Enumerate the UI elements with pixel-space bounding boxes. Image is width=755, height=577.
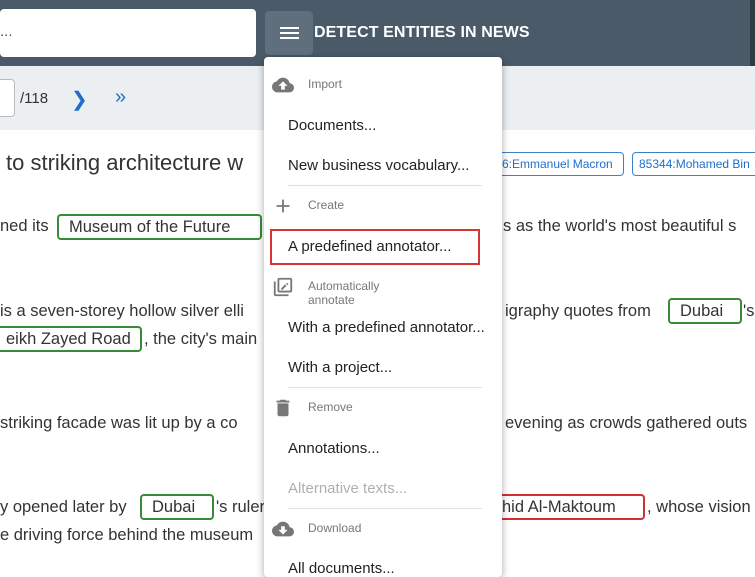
cloud-upload-icon <box>272 77 294 93</box>
main-dropdown-menu: Import Documents... New business vocabul… <box>264 57 502 577</box>
menu-icon <box>280 27 299 29</box>
page-number-input[interactable] <box>0 79 15 117</box>
text-span: s as the world's most beautiful s <box>503 217 737 235</box>
text-span: , the city's main <box>144 330 258 348</box>
menu-item-import-documents[interactable]: Documents... <box>288 117 376 134</box>
last-page-icon[interactable]: » <box>115 86 126 109</box>
menu-icon-bar <box>280 32 299 34</box>
entity-annotation[interactable]: Dubai <box>668 298 742 324</box>
text-span: striking facade was lit up by a co <box>0 414 238 432</box>
menu-item-download-all-documents[interactable]: All documents... <box>288 560 395 577</box>
text-span: is a seven-storey hollow silver elli <box>0 302 244 320</box>
trash-icon <box>276 399 290 417</box>
entity-annotation[interactable]: Museum of the Future <box>57 214 262 240</box>
menu-item-auto-project[interactable]: With a project... <box>288 359 392 376</box>
entity-annotation[interactable]: hid Al-Maktoum <box>490 494 645 520</box>
entity-chip[interactable]: 85344:Mohamed Bin <box>632 152 755 176</box>
entity-annotation[interactable]: Dubai <box>140 494 214 520</box>
page-total: /118 <box>20 90 49 107</box>
search-field[interactable]: ... <box>0 9 256 57</box>
menu-divider <box>288 508 482 509</box>
menu-item-remove-annotations[interactable]: Annotations... <box>288 440 380 457</box>
text-span: ned its <box>0 217 49 235</box>
text-span: e driving force behind the museum <box>0 526 254 544</box>
entity-chip[interactable]: 6:Emmanuel Macron <box>495 152 624 176</box>
edit-image-icon <box>273 277 293 297</box>
document-title: to striking architecture w <box>6 150 244 175</box>
section-label-create: Create <box>308 198 345 212</box>
menu-item-remove-alt-texts[interactable]: Alternative texts... <box>288 480 407 497</box>
text-span: evening as crowds gathered outs <box>505 414 748 432</box>
text-span: igraphy quotes from <box>505 302 651 320</box>
menu-item-new-vocabulary[interactable]: New business vocabulary... <box>288 157 469 174</box>
hamburger-menu-button[interactable] <box>265 11 313 55</box>
cloud-download-icon <box>272 521 294 537</box>
menu-icon-bar <box>280 37 299 39</box>
section-label-download: Download <box>308 521 362 535</box>
search-placeholder: ... <box>0 23 13 40</box>
plus-icon <box>276 199 290 213</box>
section-label-import: Import <box>308 77 343 91</box>
section-label-auto-annotate: Automatically annotate <box>308 279 380 307</box>
text-span: , whose vision <box>647 498 751 516</box>
entity-annotation[interactable]: eikh Zayed Road <box>0 326 142 352</box>
project-title: DETECT ENTITIES IN NEWS <box>314 24 530 41</box>
menu-item-auto-predefined-annotator[interactable]: With a predefined annotator... <box>288 319 485 336</box>
text-span: 's ruler <box>216 498 265 516</box>
text-span: 's <box>743 302 755 320</box>
section-label-remove: Remove <box>308 400 353 414</box>
selection-highlight <box>270 229 480 265</box>
text-span: y opened later by <box>0 498 127 516</box>
window-edge <box>750 0 755 66</box>
menu-divider <box>288 387 482 388</box>
menu-divider <box>288 185 482 186</box>
next-page-icon[interactable]: ❯ <box>71 87 88 112</box>
